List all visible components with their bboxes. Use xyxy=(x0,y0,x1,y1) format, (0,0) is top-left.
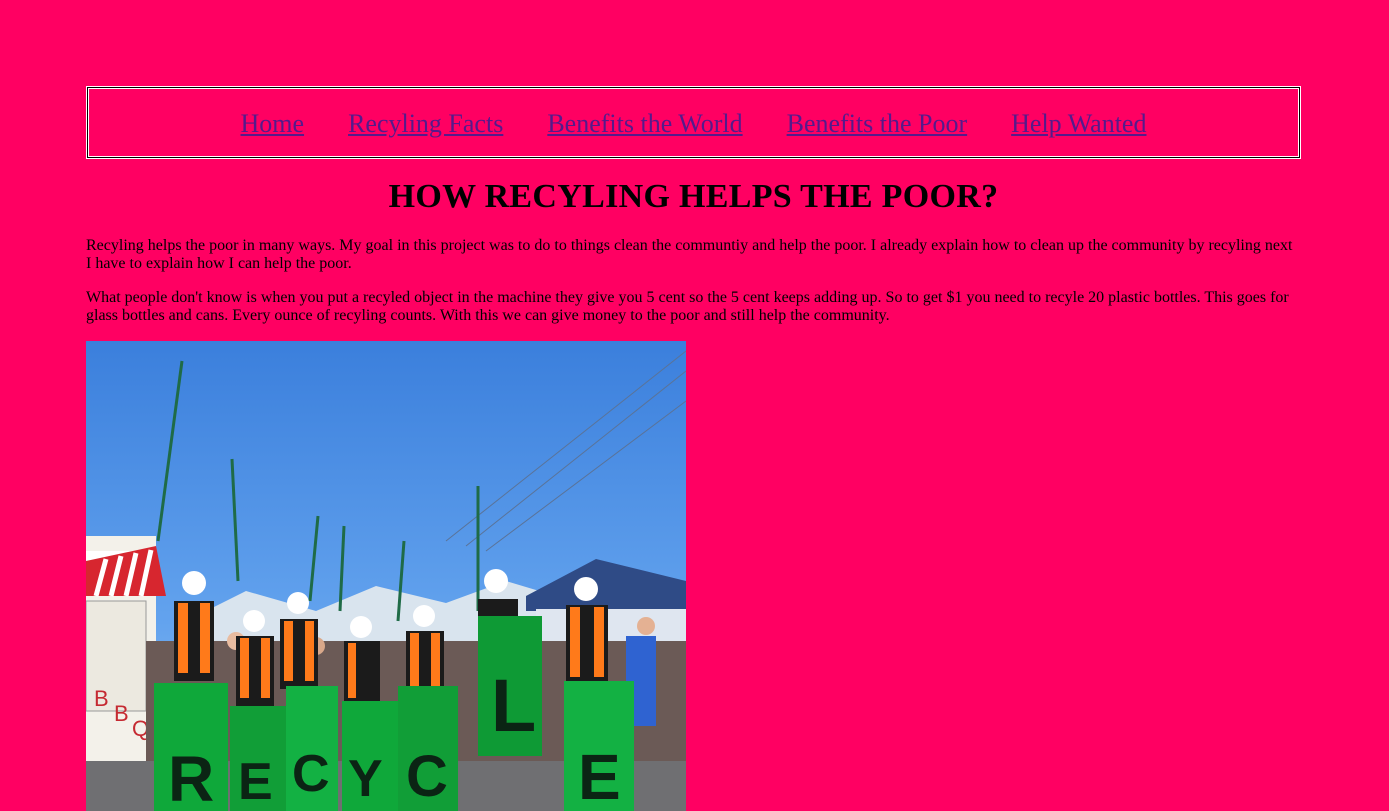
nav-link-home[interactable]: Home xyxy=(241,109,305,137)
nav-bar: Home Recyling Facts Benefits the World B… xyxy=(86,86,1301,159)
paragraph-details: What people don't know is when you put a… xyxy=(86,289,1289,324)
nav-link-benefits-world[interactable]: Benefits the World xyxy=(547,109,742,137)
nav-link-benefits-poor[interactable]: Benefits the Poor xyxy=(787,109,968,137)
bag-letter-y: Y xyxy=(348,750,383,808)
page-title: HOW RECYLING HELPS THE POOR? xyxy=(388,178,999,215)
page-container: Home Recyling Facts Benefits the World B… xyxy=(86,86,1301,811)
recycle-team-photo: B B Q R E C Y C L E xyxy=(86,341,686,811)
recycle-team-photo-art: B B Q R E C Y C L E xyxy=(86,341,686,811)
paragraph-intro: Recyling helps the poor in many ways. My… xyxy=(86,237,1293,272)
bag-letter-e: E xyxy=(238,753,273,811)
nav-link-recyling-facts[interactable]: Recyling Facts xyxy=(348,109,503,137)
nav-link-help-wanted[interactable]: Help Wanted xyxy=(1011,109,1146,137)
bag-letter-r: R xyxy=(168,743,214,811)
sign-letter-b2: B xyxy=(114,701,129,726)
sign-letter-b1: B xyxy=(94,686,109,711)
bag-letter-c2: C xyxy=(406,744,448,809)
bag-letter-c1: C xyxy=(292,745,330,803)
bag-letter-l: L xyxy=(491,664,536,747)
bag-letter-e2: E xyxy=(578,741,621,811)
